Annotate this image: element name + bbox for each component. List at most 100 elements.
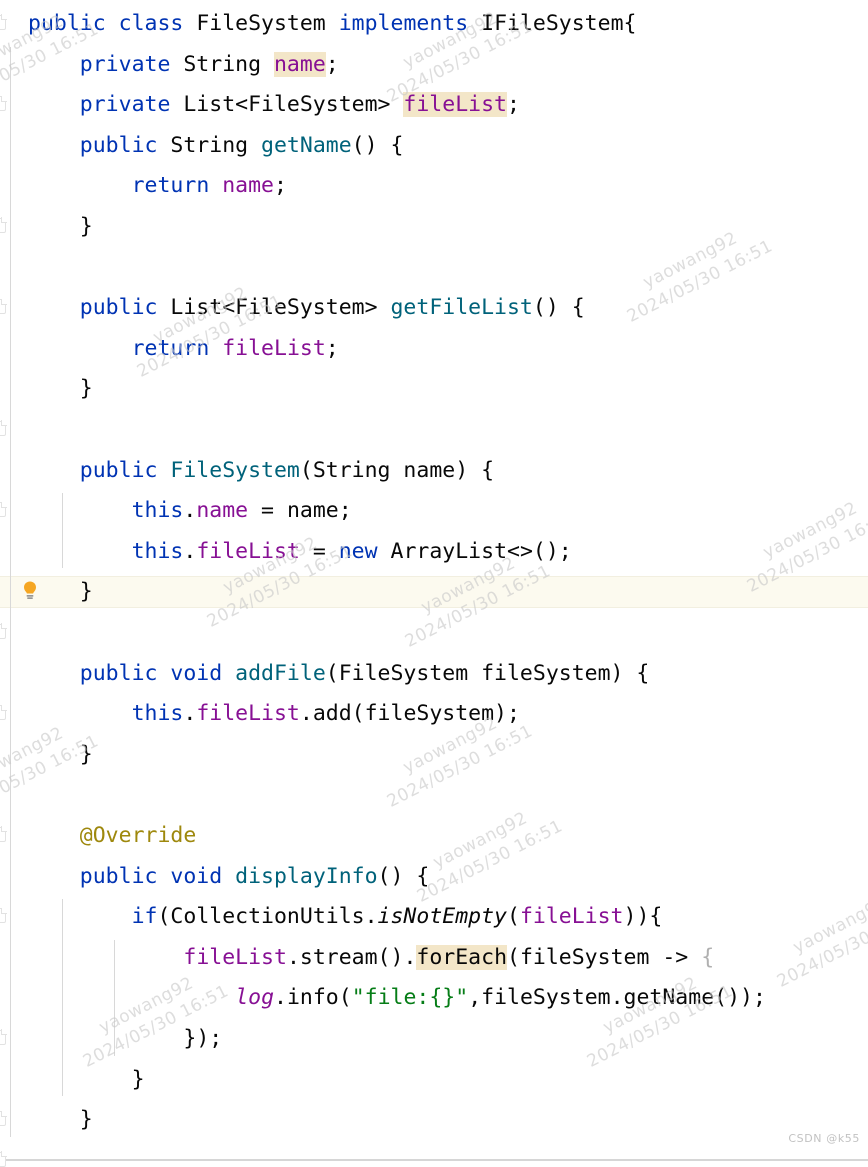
code-token: )){ xyxy=(623,904,663,930)
code-line[interactable]: public void addFile(FileSystem fileSyste… xyxy=(60,654,650,695)
code-fold-icon[interactable] xyxy=(0,1111,6,1127)
code-fold-icon[interactable] xyxy=(0,299,6,315)
code-line[interactable]: log.info("file:{}",fileSystem.getName())… xyxy=(215,978,766,1019)
code-line[interactable]: } xyxy=(60,369,93,410)
code-fold-icon[interactable] xyxy=(0,218,6,233)
code-token: } xyxy=(79,214,93,239)
code-token: } xyxy=(79,376,93,402)
code-token: "file:{}" xyxy=(351,985,469,1011)
code-fold-icon[interactable] xyxy=(0,96,6,112)
code-token: ( xyxy=(507,904,520,930)
code-token: (String name) { xyxy=(299,457,495,483)
watermark-user: yaowang92 xyxy=(760,498,861,563)
code-token: isNotEmpty xyxy=(377,904,507,930)
code-token: public xyxy=(79,660,158,686)
code-token: . xyxy=(183,498,197,524)
code-token: fileList xyxy=(196,701,300,727)
editor-gutter[interactable] xyxy=(0,0,58,1167)
code-token: getName xyxy=(261,132,352,158)
code-line[interactable]: } xyxy=(60,572,93,613)
code-line[interactable]: this.name = name; xyxy=(112,491,352,532)
code-token: this xyxy=(131,701,184,727)
code-line[interactable]: } xyxy=(60,1100,93,1141)
code-line[interactable]: } xyxy=(60,207,93,248)
code-fold-icon[interactable] xyxy=(0,502,6,518)
indent-guide xyxy=(61,899,63,1097)
code-token: public xyxy=(79,295,158,321)
lightbulb-intention-icon[interactable] xyxy=(21,580,39,602)
code-line[interactable]: public void displayInfo() { xyxy=(60,857,430,898)
code-token: fileList xyxy=(196,538,300,564)
code-token: } xyxy=(79,579,93,605)
code-token: (FileSystem fileSystem) { xyxy=(325,660,650,686)
code-line[interactable]: @Override xyxy=(60,816,197,857)
code-line[interactable]: public List<FileSystem> getFileList() { xyxy=(60,288,585,329)
code-editor[interactable]: public class FileSystem implements IFile… xyxy=(0,0,868,1167)
code-line[interactable]: this.fileList.add(fileSystem); xyxy=(112,694,520,735)
code-token: return xyxy=(131,173,210,199)
code-token: class xyxy=(118,11,184,36)
code-token: () { xyxy=(377,863,430,889)
code-fold-icon[interactable] xyxy=(0,1151,6,1167)
code-fold-icon[interactable] xyxy=(0,1030,6,1045)
code-line[interactable]: return fileList; xyxy=(112,329,339,370)
code-token: new xyxy=(338,538,378,564)
code-token: IFileSystem{ xyxy=(481,11,637,36)
code-line[interactable]: public String getName() { xyxy=(60,126,404,167)
code-line[interactable]: if(CollectionUtils.isNotEmpty(fileList))… xyxy=(112,897,663,938)
code-token: ; xyxy=(274,173,287,199)
code-token: fileList xyxy=(183,944,287,970)
code-line[interactable]: return name; xyxy=(112,166,287,207)
code-token: @Override xyxy=(79,823,197,848)
code-token: void xyxy=(170,863,223,889)
code-line[interactable]: this.fileList = new ArrayList<>(); xyxy=(112,532,572,573)
watermark-user: yaowang92 xyxy=(790,893,868,958)
code-line[interactable]: }); xyxy=(163,1019,222,1060)
code-token: = xyxy=(299,538,339,564)
code-token: name xyxy=(222,173,274,199)
code-line[interactable]: fileList.stream().forEach(fileSystem -> … xyxy=(163,938,714,979)
code-token: log xyxy=(235,985,275,1011)
code-token: return xyxy=(131,335,210,361)
code-token: public xyxy=(79,132,158,158)
code-line[interactable]: private String name; xyxy=(60,45,339,86)
code-fold-icon[interactable] xyxy=(0,827,6,842)
code-token: private xyxy=(79,92,171,118)
code-line[interactable]: private List<FileSystem> fileList; xyxy=(60,85,520,126)
code-token: private xyxy=(79,51,171,77)
watermark-user: yaowang92 xyxy=(430,808,531,873)
code-token: implements xyxy=(338,11,469,36)
source-caption: CSDN @k55 xyxy=(788,1132,860,1145)
code-fold-icon[interactable] xyxy=(0,421,6,436)
code-line[interactable]: } xyxy=(112,1060,145,1101)
code-token: } xyxy=(131,1066,145,1092)
code-line[interactable]: public FileSystem(String name) { xyxy=(60,451,494,492)
watermark-timestamp: 2024/05/30 16:51 xyxy=(414,816,566,907)
code-token: String xyxy=(170,132,249,158)
code-token: . xyxy=(183,538,197,564)
code-fold-icon[interactable] xyxy=(0,15,6,30)
code-fold-icon[interactable] xyxy=(0,705,6,721)
code-fold-icon[interactable] xyxy=(0,624,6,639)
code-line[interactable]: public class FileSystem implements IFile… xyxy=(8,4,636,45)
code-token: } xyxy=(79,741,93,767)
code-token: .stream(). xyxy=(286,944,417,970)
code-line[interactable]: } xyxy=(60,735,93,776)
current-line-highlight xyxy=(0,576,868,609)
code-token: this xyxy=(131,538,184,564)
code-token: (CollectionUtils. xyxy=(157,904,378,930)
code-fold-icon[interactable] xyxy=(0,908,6,924)
code-token: List<FileSystem> xyxy=(170,295,391,321)
watermark-timestamp: 2024/05/30 16:51 xyxy=(624,236,776,327)
code-token: fileList xyxy=(403,92,507,118)
code-token: fileList xyxy=(222,335,326,361)
code-token: this xyxy=(131,498,184,524)
code-token: FileSystem xyxy=(196,11,326,36)
code-token: getFileList xyxy=(390,295,533,321)
